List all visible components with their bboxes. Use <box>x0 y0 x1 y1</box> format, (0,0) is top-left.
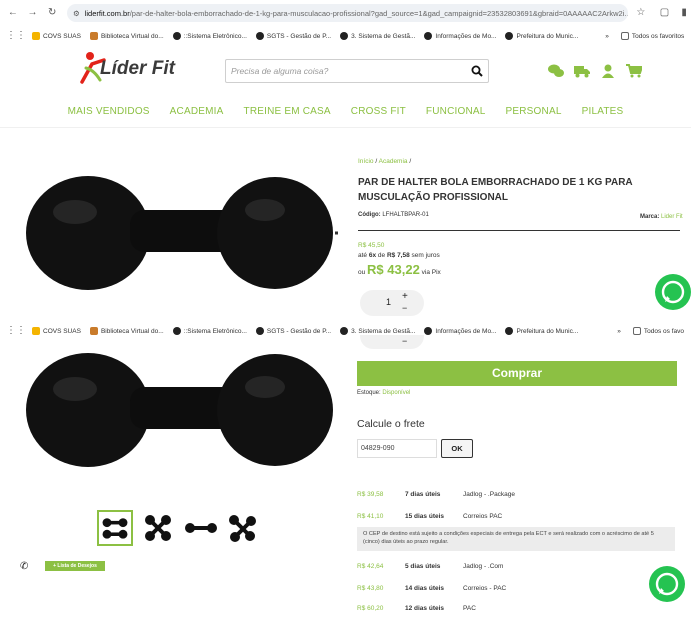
bookmark-item[interactable]: Informações de Mo... <box>424 32 496 40</box>
bookmarks-overflow-icon[interactable]: » <box>617 328 621 335</box>
folder-icon <box>620 32 629 40</box>
category-nav: MAIS VENDIDOS ACADEMIA TREINE EM CASA CR… <box>0 96 691 128</box>
shipping-note: O CEP de destino está sujeito a condiçõe… <box>357 527 675 551</box>
installments: até 6x de R$ 7,58 sem juros <box>358 252 440 259</box>
search-placeholder: Precisa de alguma coisa? <box>231 66 329 76</box>
url-path: /par-de-halter-bola-emborrachado-de-1-kg… <box>129 8 629 18</box>
nav-personal[interactable]: PERSONAL <box>506 106 562 127</box>
bookmark-item[interactable]: Prefeitura do Munic... <box>505 327 578 335</box>
nav-treine-em-casa[interactable]: TREINE EM CASA <box>244 106 331 127</box>
forward-icon[interactable]: → <box>26 6 40 20</box>
product-image[interactable] <box>20 170 340 300</box>
quantity-stepper[interactable]: 1 + − <box>360 290 424 316</box>
thumbnail-2[interactable] <box>140 510 176 546</box>
bookmark-item[interactable]: COVS SUAS <box>32 32 81 40</box>
bookmark-item[interactable]: COVS SUAS <box>32 327 81 335</box>
all-bookmarks-folder[interactable]: Todos os favo <box>632 327 684 335</box>
product-code: Código: LFHALTBPAR-01 <box>358 212 429 218</box>
globe-icon <box>172 32 181 40</box>
bookmarks-overflow-icon[interactable]: » <box>605 33 609 40</box>
globe-icon <box>505 32 514 40</box>
quantity-plus-button[interactable]: + <box>402 291 408 302</box>
logo-text: Líder Fit <box>100 58 175 79</box>
bookmark-item[interactable]: 3. Sistema de Gestã... <box>340 32 415 40</box>
thumbnail-1[interactable] <box>97 510 133 546</box>
bookmark-item[interactable]: ::Sistema Eletrônico... <box>172 327 247 335</box>
profile-icon[interactable]: ▮ <box>677 6 691 20</box>
whatsapp-share-icon[interactable]: ✆ <box>20 561 28 572</box>
quantity-value: 1 <box>386 297 392 307</box>
globe-icon <box>340 32 349 40</box>
product-title: PAR DE HALTER BOLA EMBORRACHADO DE 1 KG … <box>358 177 633 203</box>
shipping-option[interactable]: R$ 60,20 12 dias úteis PAC <box>357 597 675 619</box>
bookmark-item[interactable]: SGTS - Gestão de P... <box>255 327 331 335</box>
quantity-minus-button[interactable]: − <box>402 303 407 313</box>
buy-button[interactable]: Comprar <box>357 361 677 386</box>
folder-icon <box>32 32 40 40</box>
nav-mais-vendidos[interactable]: MAIS VENDIDOS <box>68 106 150 127</box>
whatsapp-icon[interactable] <box>649 566 685 602</box>
shipping-title: Calcule o frete <box>357 418 425 430</box>
price-pix: ou R$ 43,22 via Pix <box>358 262 441 277</box>
stock-status: Estoque: Disponível <box>357 390 411 396</box>
search-icon[interactable] <box>471 65 483 77</box>
bookmark-item[interactable]: Informações de Mo... <box>424 327 496 335</box>
shipping-option[interactable]: R$ 41,10 15 dias úteis Correios PAC <box>357 505 675 527</box>
bookmark-item[interactable]: Prefeitura do Munic... <box>505 32 578 40</box>
bookmark-item[interactable]: Biblioteca Virtual do... <box>89 32 164 40</box>
apps-icon[interactable]: ⋮⋮ <box>6 29 26 43</box>
nav-academia[interactable]: ACADEMIA <box>170 106 224 127</box>
url-host: liderfit.com.br <box>84 8 130 18</box>
breadcrumb-category[interactable]: Academia <box>379 158 408 165</box>
reload-icon[interactable]: ↻ <box>45 6 59 20</box>
thumbnail-3[interactable] <box>183 510 219 546</box>
whatsapp-icon[interactable] <box>655 274 691 310</box>
address-bar[interactable]: ⚙ liderfit.com.br/par-de-halter-bola-emb… <box>66 4 629 22</box>
quantity-stepper-partial[interactable]: − <box>360 335 424 349</box>
bookmark-item[interactable]: 3. Sistema de Gestã... <box>340 327 415 335</box>
shipping-option[interactable]: R$ 43,80 14 dias úteis Correios - PAC <box>357 577 675 599</box>
cep-input[interactable]: 04829-090 <box>357 439 437 458</box>
extensions-icon[interactable]: ▢ <box>658 6 672 20</box>
nav-pilates[interactable]: PILATES <box>582 106 624 127</box>
bookmarks-bar: ⋮⋮ COVS SUAS Biblioteca Virtual do... ::… <box>0 27 691 45</box>
product-brand: Marca: Lider Fit <box>640 214 683 220</box>
star-icon[interactable]: ☆ <box>634 6 648 20</box>
nav-cross-fit[interactable]: CROSS FIT <box>351 106 406 127</box>
product-image-main[interactable] <box>20 345 340 475</box>
cart-icon[interactable] <box>626 64 642 78</box>
site-info-icon[interactable]: ⚙ <box>73 9 80 18</box>
search-input[interactable]: Precisa de alguma coisa? <box>225 59 489 83</box>
price-old: R$ 45,50 <box>358 242 385 249</box>
browser-toolbar: ← → ↻ ⚙ liderfit.com.br/par-de-halter-bo… <box>0 0 691 26</box>
wishlist-button[interactable]: + Lista de Desejos <box>45 561 105 571</box>
divider <box>358 230 680 231</box>
all-bookmarks-folder[interactable]: Todos os favoritos <box>620 32 684 40</box>
chat-icon[interactable] <box>548 64 564 78</box>
apps-icon[interactable]: ⋮⋮ <box>6 324 26 338</box>
globe-icon <box>255 32 264 40</box>
back-icon[interactable]: ← <box>6 6 20 20</box>
breadcrumb-home[interactable]: Início <box>358 158 374 165</box>
thumbnail-4[interactable] <box>224 510 260 546</box>
bookmark-item[interactable]: ::Sistema Eletrônico... <box>172 32 247 40</box>
shipping-option[interactable]: R$ 42,64 5 dias úteis Jadlog - .Com <box>357 555 675 577</box>
globe-icon <box>424 32 433 40</box>
second-capture-bookmarks: ⋮⋮ COVS SUAS Biblioteca Virtual do... ::… <box>0 323 691 339</box>
breadcrumb: Início / Academia / <box>358 158 412 165</box>
site-header: Líder Fit Precisa de alguma coisa? <box>0 44 691 102</box>
shipping-option[interactable]: R$ 39,58 7 dias úteis Jadlog - .Package <box>357 483 675 505</box>
library-icon <box>89 32 98 40</box>
nav-funcional[interactable]: FUNCIONAL <box>426 106 486 127</box>
truck-icon[interactable] <box>574 64 590 78</box>
cep-ok-button[interactable]: OK <box>441 439 473 458</box>
user-icon[interactable] <box>600 64 616 78</box>
bookmark-item[interactable]: SGTS - Gestão de P... <box>255 32 331 40</box>
bookmark-item[interactable]: Biblioteca Virtual do... <box>89 327 164 335</box>
